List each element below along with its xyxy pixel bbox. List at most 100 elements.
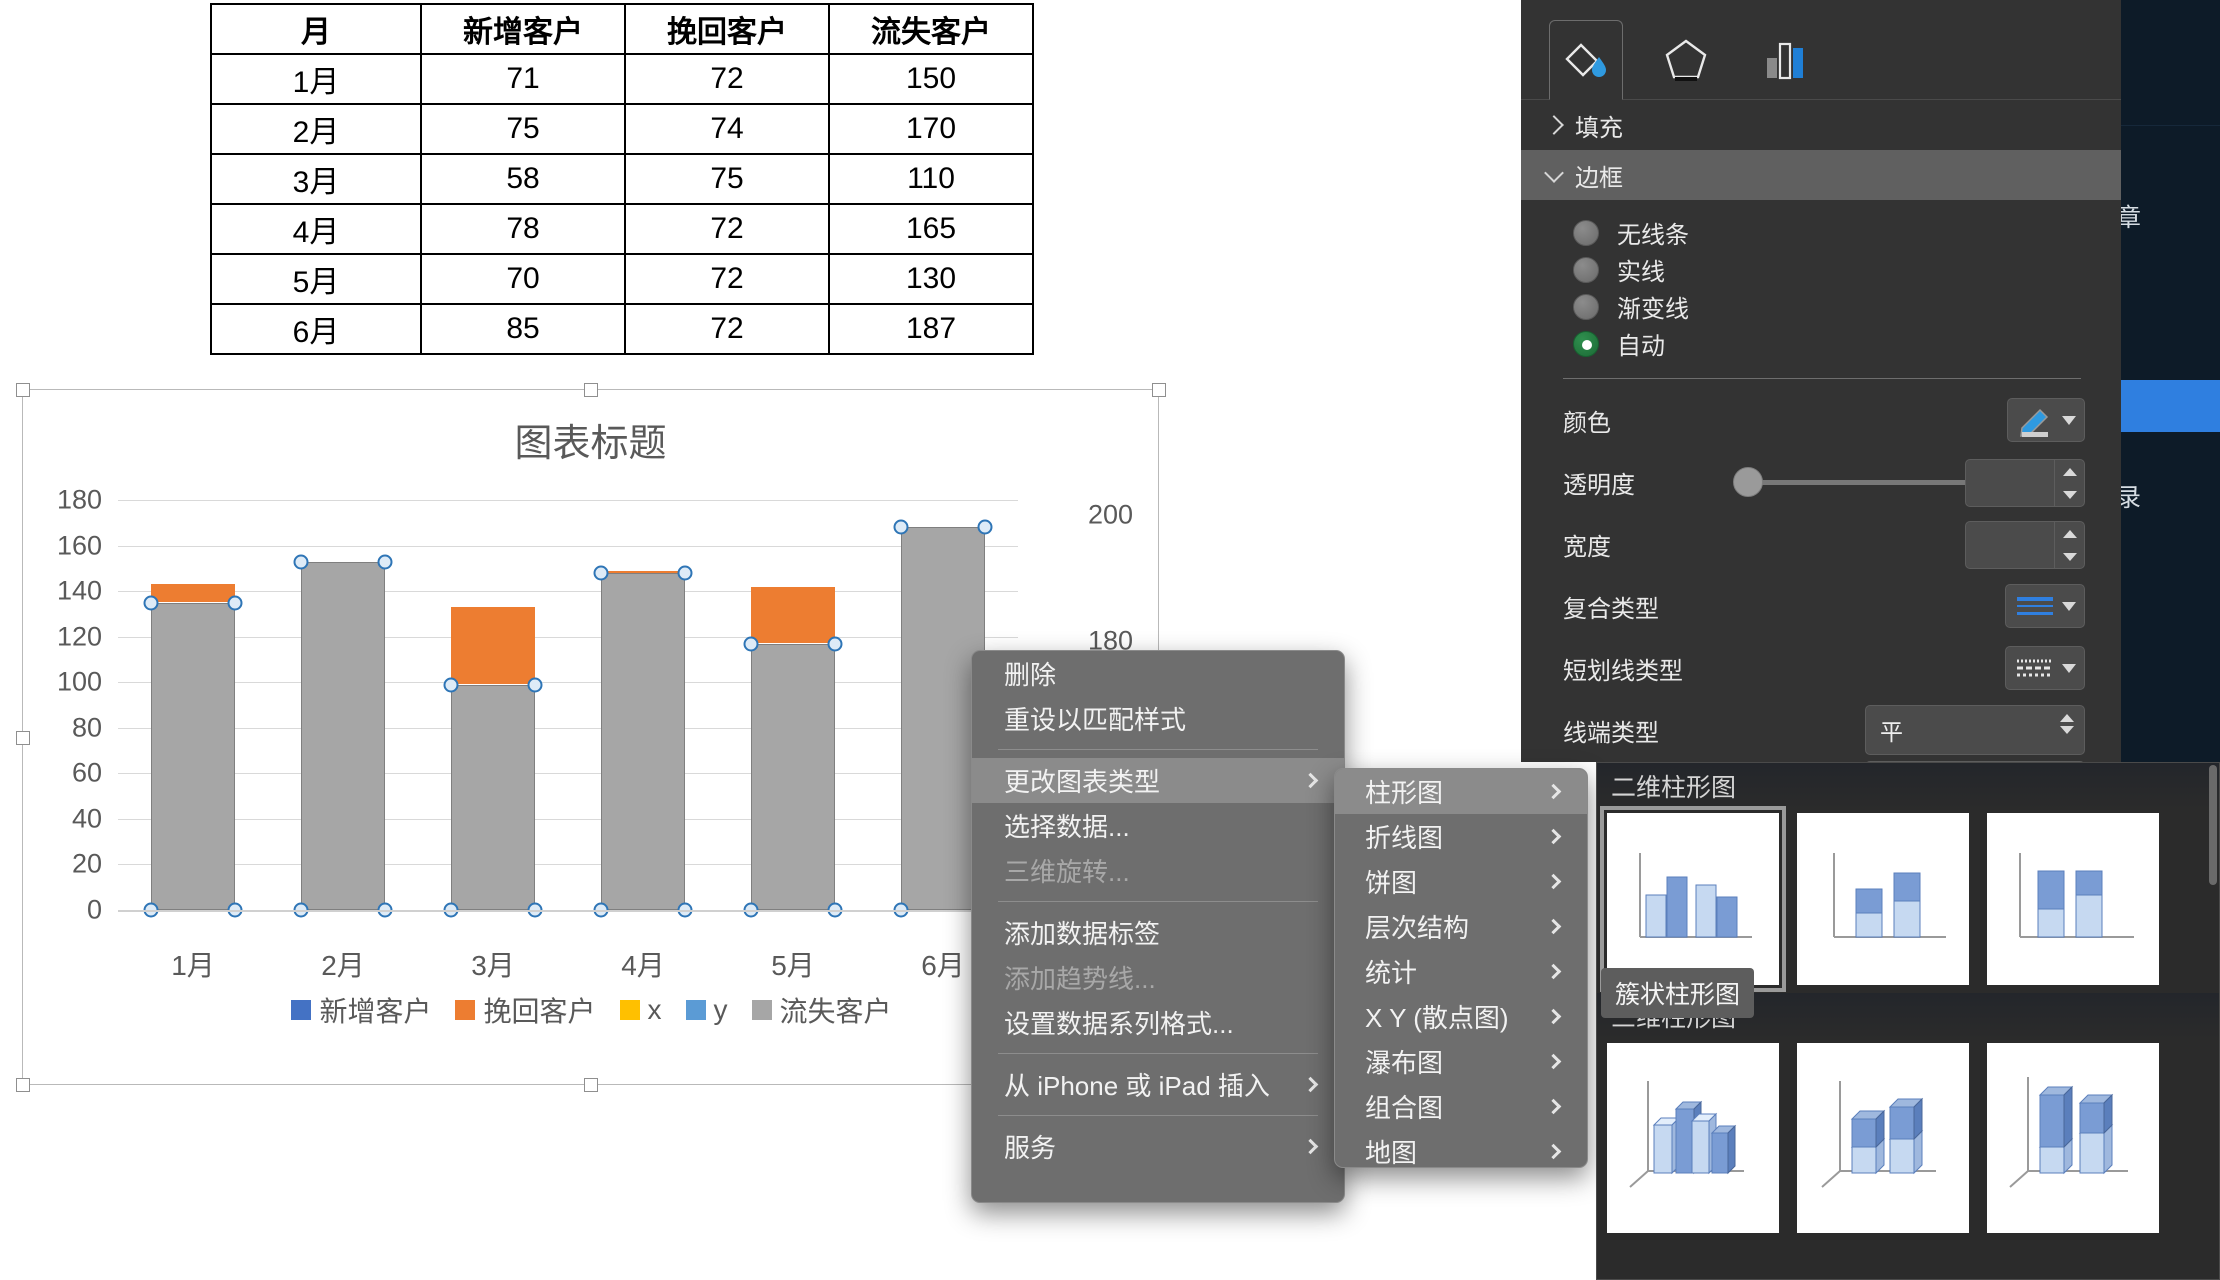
chart-type-menu-item[interactable]: 瀑布图 xyxy=(1335,1039,1587,1084)
gallery-item-3d-stacked-column[interactable] xyxy=(1797,1043,1969,1233)
series-point-handle[interactable] xyxy=(744,636,759,651)
context-menu[interactable]: 删除重设以匹配样式更改图表类型选择数据...三维旋转...添加数据标签添加趋势线… xyxy=(971,650,1345,1203)
chart-type-gallery[interactable]: 二维柱形图 xyxy=(1596,762,2220,1280)
chart-type-menu-item[interactable]: 柱形图 xyxy=(1335,769,1587,814)
cell-churned: 165 xyxy=(829,204,1033,254)
column-header-new: 新增客户 xyxy=(421,4,625,54)
legend-item[interactable]: 挽回客户 xyxy=(455,990,595,1030)
bar-segment-recovered[interactable] xyxy=(451,607,535,684)
legend-item[interactable]: y xyxy=(686,994,728,1026)
menu-separator xyxy=(998,1115,1318,1116)
gallery-item-3d-clustered-column[interactable] xyxy=(1607,1043,1779,1233)
bar-segment-recovered[interactable] xyxy=(151,584,235,602)
series-point-handle[interactable] xyxy=(894,520,909,535)
series-point-handle[interactable] xyxy=(294,554,309,569)
section-border[interactable]: 边框 xyxy=(1521,150,2121,200)
series-point-handle[interactable] xyxy=(228,595,243,610)
property-label: 复合类型 xyxy=(1563,589,1659,624)
column-header-churned: 流失客户 xyxy=(829,4,1033,54)
context-menu-item[interactable]: 选择数据... xyxy=(972,803,1344,848)
chart-type-submenu[interactable]: 柱形图折线图饼图层次结构统计X Y (散点图)瀑布图组合图地图 xyxy=(1334,768,1588,1168)
radio-no-line[interactable]: 无线条 xyxy=(1521,214,2121,251)
bar-segment-churned[interactable] xyxy=(451,685,535,911)
bar-segment-churned[interactable] xyxy=(751,644,835,911)
series-point-handle[interactable] xyxy=(144,595,159,610)
series-point-handle[interactable] xyxy=(678,565,693,580)
gridline xyxy=(118,500,1018,501)
radio-solid-line[interactable]: 实线 xyxy=(1521,251,2121,288)
property-dash-type: 短划线类型 xyxy=(1521,637,2121,699)
radio-automatic[interactable]: 自动 xyxy=(1521,325,2121,362)
transparency-slider-track[interactable] xyxy=(1749,480,1971,485)
compound-type-dropdown[interactable] xyxy=(2005,584,2085,628)
transparency-slider-knob[interactable] xyxy=(1733,467,1763,497)
gallery-item-stacked-column[interactable] xyxy=(1797,813,1969,985)
resize-handle-nw[interactable] xyxy=(16,383,30,397)
resize-handle-w[interactable] xyxy=(16,731,30,745)
bar-segment-recovered[interactable] xyxy=(751,587,835,644)
menu-item-label: 组合图 xyxy=(1365,1088,1443,1125)
menu-item-label: 层次结构 xyxy=(1365,908,1469,945)
tab-chart-options[interactable] xyxy=(1749,19,1823,99)
gallery-item-clustered-column[interactable] xyxy=(1607,813,1779,985)
width-spinner[interactable] xyxy=(1965,521,2085,569)
context-menu-item[interactable]: 设置数据系列格式... xyxy=(972,1000,1344,1045)
gallery-scrollbar[interactable] xyxy=(2209,765,2217,885)
cell-recovered: 72 xyxy=(625,204,829,254)
chart-type-menu-item[interactable]: X Y (散点图) xyxy=(1335,994,1587,1039)
series-point-handle[interactable] xyxy=(978,520,993,535)
spinner-arrows[interactable] xyxy=(2054,522,2084,568)
chart-type-menu-item[interactable]: 组合图 xyxy=(1335,1084,1587,1129)
resize-handle-ne[interactable] xyxy=(1152,383,1166,397)
tab-fill-and-line[interactable] xyxy=(1549,20,1623,100)
chevron-up-icon xyxy=(2063,530,2077,538)
chart-type-menu-item[interactable]: 饼图 xyxy=(1335,859,1587,904)
dash-type-dropdown[interactable] xyxy=(2005,646,2085,690)
chart-title[interactable]: 图表标题 xyxy=(23,412,1158,467)
radio-gradient-line[interactable]: 渐变线 xyxy=(1521,288,2121,325)
chevron-right-icon xyxy=(1546,1144,1562,1160)
transparency-value[interactable] xyxy=(1966,460,2054,506)
property-label: 透明度 xyxy=(1563,465,1635,500)
chart-type-menu-item[interactable]: 地图 xyxy=(1335,1129,1587,1168)
context-menu-item[interactable]: 添加数据标签 xyxy=(972,910,1344,955)
series-point-handle[interactable] xyxy=(378,554,393,569)
radio-icon xyxy=(1573,220,1599,246)
legend-label: 流失客户 xyxy=(780,990,892,1030)
chart-plot-area[interactable]: 1801601401201008060402002001801601401月2月… xyxy=(118,500,1018,910)
series-point-handle[interactable] xyxy=(528,677,543,692)
chart-type-menu-item[interactable]: 层次结构 xyxy=(1335,904,1587,949)
bar-segment-churned[interactable] xyxy=(601,573,685,910)
series-point-handle[interactable] xyxy=(444,677,459,692)
series-point-handle[interactable] xyxy=(594,565,609,580)
gallery-item-3d-100-stacked-column[interactable] xyxy=(1987,1043,2159,1233)
spinner-arrows[interactable] xyxy=(2060,714,2074,734)
context-menu-item[interactable]: 删除 xyxy=(972,651,1344,696)
resize-handle-s[interactable] xyxy=(584,1078,598,1092)
spinner-arrows[interactable] xyxy=(2054,460,2084,506)
legend-item[interactable]: 新增客户 xyxy=(291,990,431,1030)
bar-segment-churned[interactable] xyxy=(301,562,385,911)
gallery-item-100-stacked-column[interactable] xyxy=(1987,813,2159,985)
resize-handle-sw[interactable] xyxy=(16,1078,30,1092)
cap-type-combo[interactable]: 平 xyxy=(1865,705,2085,755)
chart-type-menu-item[interactable]: 折线图 xyxy=(1335,814,1587,859)
legend-swatch xyxy=(291,1000,311,1020)
context-menu-item[interactable]: 服务 xyxy=(972,1124,1344,1169)
bar-segment-churned[interactable] xyxy=(151,603,235,911)
series-point-handle[interactable] xyxy=(828,636,843,651)
legend-item[interactable]: x xyxy=(620,994,662,1026)
color-picker-button[interactable] xyxy=(2007,398,2085,442)
legend-item[interactable]: 流失客户 xyxy=(752,990,892,1030)
property-transparency: 透明度 xyxy=(1521,451,2121,513)
tab-effects[interactable] xyxy=(1649,19,1723,99)
gallery-tooltip: 簇状柱形图 xyxy=(1601,968,1754,1018)
context-menu-item[interactable]: 从 iPhone 或 iPad 插入 xyxy=(972,1062,1344,1107)
width-value[interactable] xyxy=(1966,522,2054,568)
resize-handle-n[interactable] xyxy=(584,383,598,397)
chart-type-menu-item[interactable]: 统计 xyxy=(1335,949,1587,994)
context-menu-item[interactable]: 重设以匹配样式 xyxy=(972,696,1344,741)
section-fill[interactable]: 填充 xyxy=(1521,100,2121,150)
transparency-spinner[interactable] xyxy=(1965,459,2085,507)
context-menu-item[interactable]: 更改图表类型 xyxy=(972,758,1344,803)
